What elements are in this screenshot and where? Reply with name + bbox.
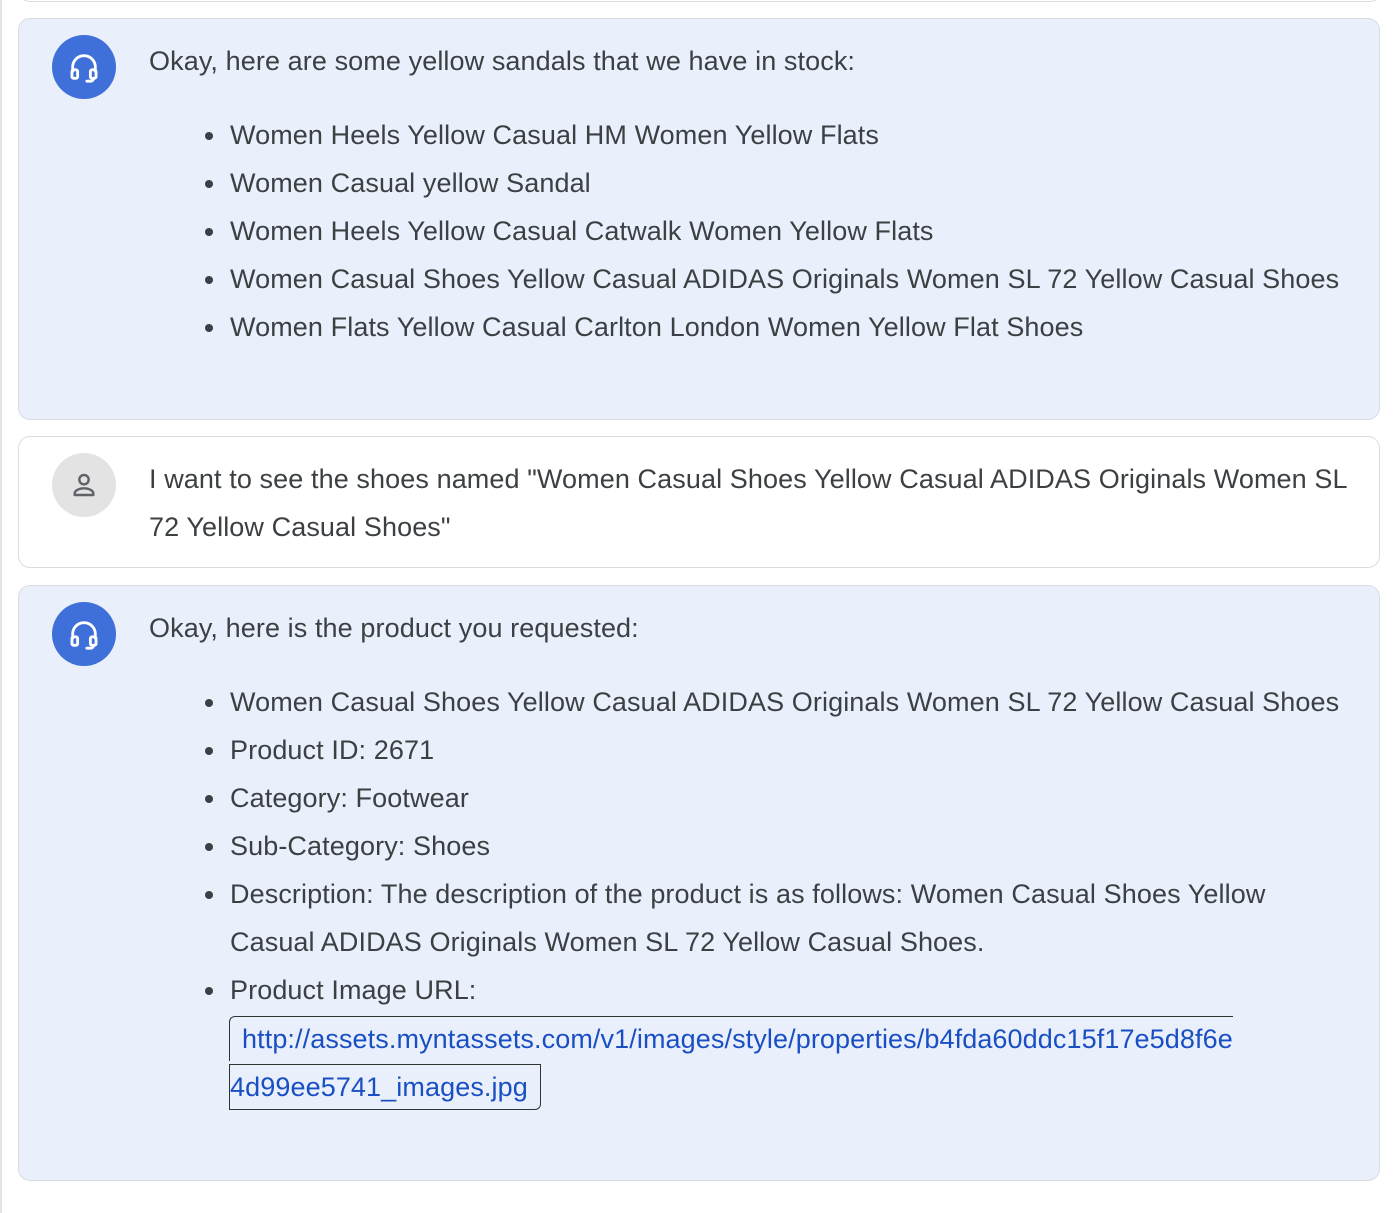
list-item: Women Casual Shoes Yellow Casual ADIDAS … — [205, 678, 1349, 726]
message-intro: Okay, here are some yellow sandals that … — [149, 46, 856, 76]
product-image-link[interactable]: http://assets.myntassets.com/v1/images/s… — [229, 1014, 1349, 1111]
image-url-line-1: http://assets.myntassets.com/v1/images/s… — [229, 1016, 1233, 1061]
user-message-text: I want to see the shoes named "Women Cas… — [149, 464, 1347, 542]
list-item: Women Casual Shoes Yellow Casual ADIDAS … — [205, 255, 1349, 303]
person-icon — [52, 453, 116, 517]
list-item: Category: Footwear — [205, 774, 1349, 822]
image-url-label: Product Image URL: — [230, 975, 477, 1005]
list-item: Product Image URL: http://assets.myntass… — [205, 966, 1349, 1111]
list-item: Women Heels Yellow Casual Catwalk Women … — [205, 207, 1349, 255]
list-item: Women Flats Yellow Casual Carlton London… — [205, 303, 1349, 351]
assistant-message: Okay, here are some yellow sandals that … — [18, 18, 1380, 420]
list-item: Sub-Category: Shoes — [205, 822, 1349, 870]
message-content: Okay, here are some yellow sandals that … — [149, 37, 1349, 351]
scroll-edge — [0, 0, 2, 1213]
image-url-line-2: 4d99ee5741_images.jpg — [229, 1064, 541, 1110]
list-item: Description: The description of the prod… — [205, 870, 1349, 966]
message-content: Okay, here is the product you requested:… — [149, 604, 1349, 1111]
headset-icon — [52, 35, 116, 99]
assistant-message: Okay, here is the product you requested:… — [18, 585, 1380, 1181]
list-item: Product ID: 2671 — [205, 726, 1349, 774]
user-message: I want to see the shoes named "Women Cas… — [18, 436, 1380, 568]
product-details-list: Women Casual Shoes Yellow Casual ADIDAS … — [149, 678, 1349, 1111]
headset-icon — [52, 602, 116, 666]
list-item: Women Casual yellow Sandal — [205, 159, 1349, 207]
message-content: I want to see the shoes named "Women Cas… — [149, 455, 1349, 551]
list-item: Women Heels Yellow Casual HM Women Yello… — [205, 111, 1349, 159]
message-intro: Okay, here is the product you requested: — [149, 613, 639, 643]
previous-message-card — [18, 0, 1382, 2]
chat-page: Okay, here are some yellow sandals that … — [0, 0, 1400, 1213]
product-list: Women Heels Yellow Casual HM Women Yello… — [149, 111, 1349, 351]
